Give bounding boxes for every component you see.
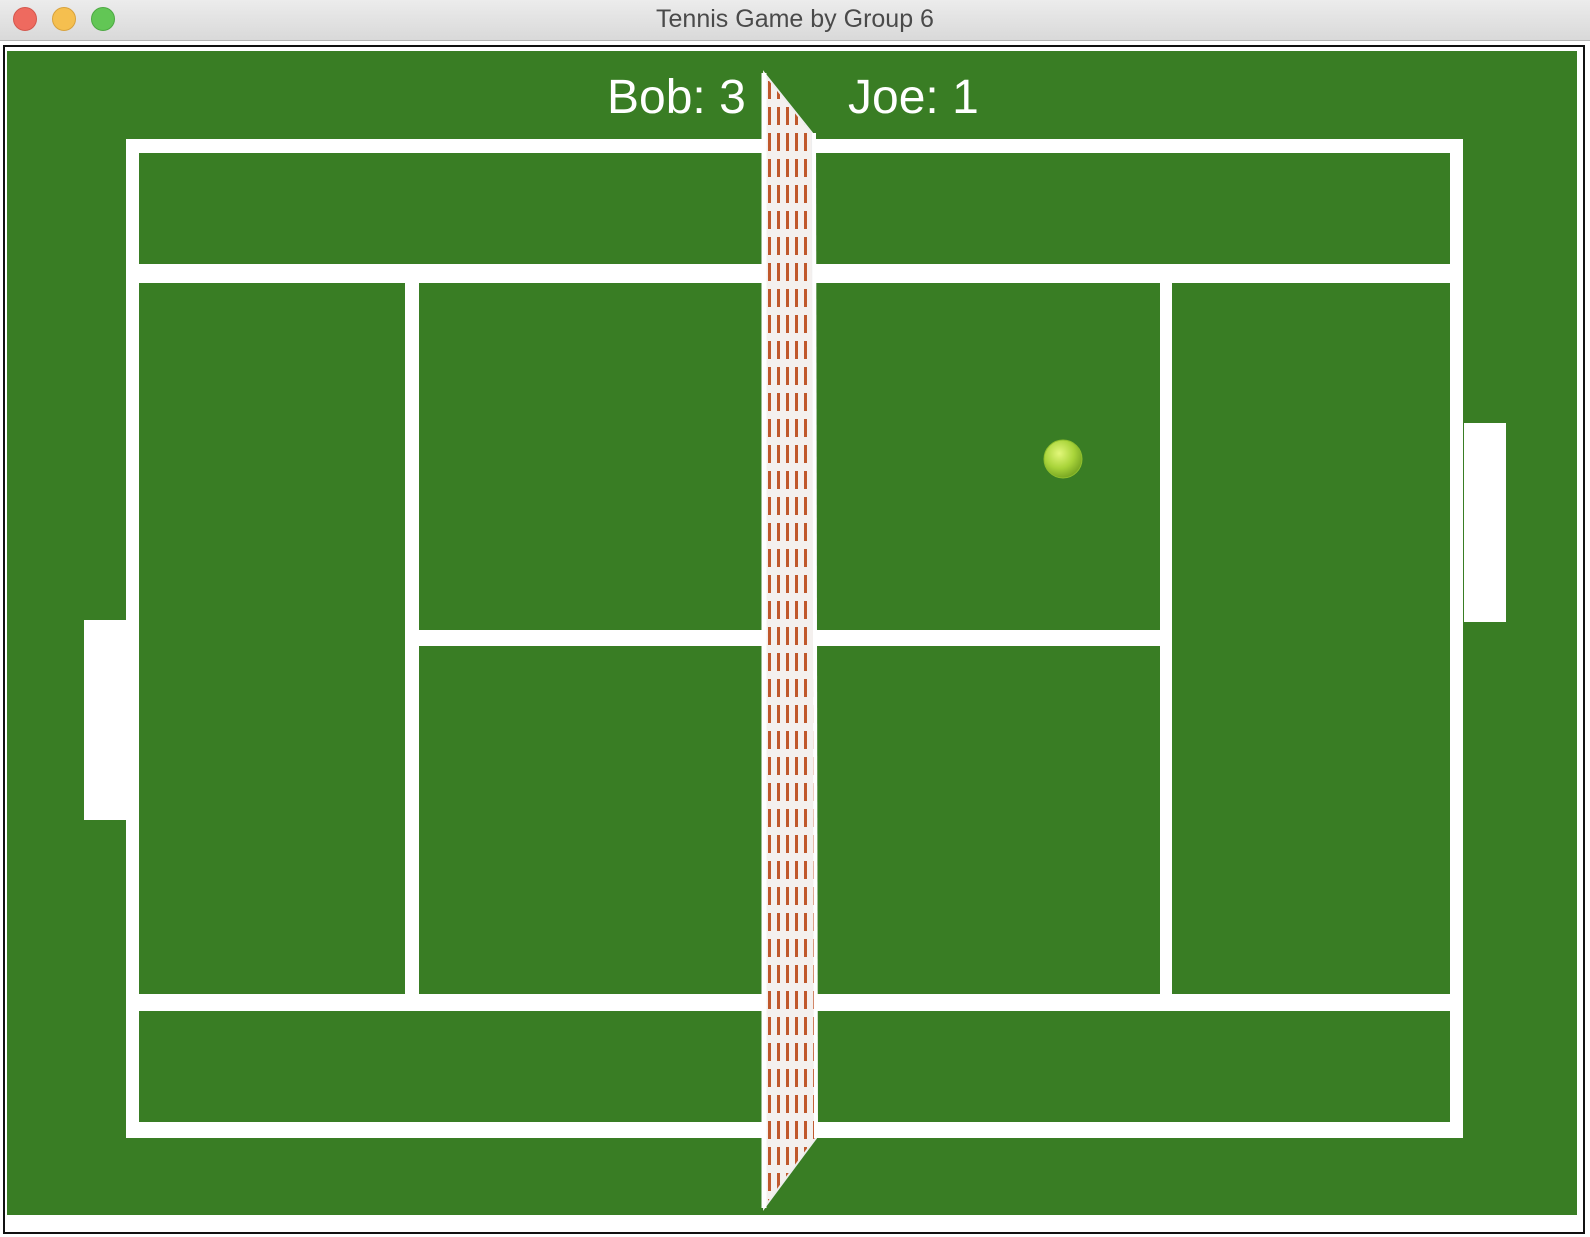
net bbox=[761, 70, 818, 1212]
window-title: Tennis Game by Group 6 bbox=[656, 5, 934, 33]
title-bar: Tennis Game by Group 6 bbox=[0, 0, 1590, 41]
game-window: Tennis Game by Group 6 Bob: 3 Joe: 1 bbox=[0, 0, 1590, 1237]
player-bob-score: Bob: 3 bbox=[607, 71, 746, 124]
player-joe-score: Joe: 1 bbox=[848, 71, 979, 124]
tennis-ball bbox=[1043, 439, 1083, 479]
sideline-right-outer bbox=[1450, 139, 1463, 1138]
left-paddle[interactable] bbox=[84, 620, 126, 820]
right-paddle[interactable] bbox=[1464, 423, 1506, 622]
court-graphics bbox=[7, 51, 1577, 1215]
sideline-left-outer bbox=[126, 139, 139, 1138]
game-canvas[interactable] bbox=[7, 51, 1577, 1215]
